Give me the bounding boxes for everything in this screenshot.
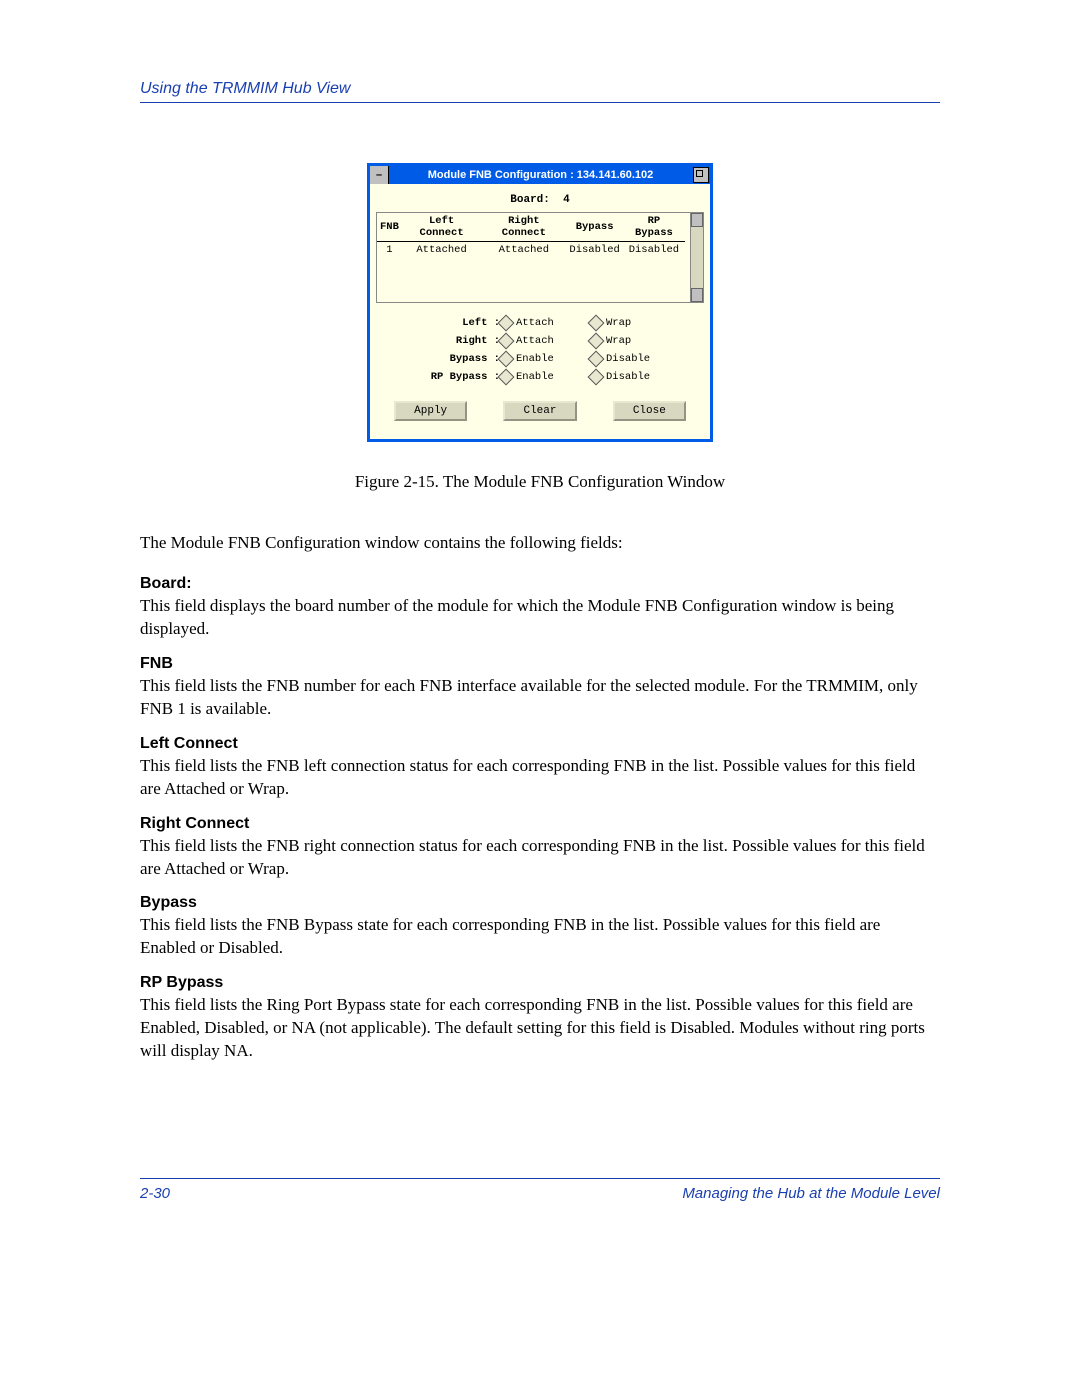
left-wrap-text: Wrap bbox=[606, 317, 631, 329]
diamond-icon bbox=[588, 351, 605, 368]
diamond-icon bbox=[588, 369, 605, 386]
right-wrap-text: Wrap bbox=[606, 335, 631, 347]
field-desc-fnb: This field lists the FNB number for each… bbox=[140, 675, 940, 721]
figure-caption: Figure 2-15. The Module FNB Configuratio… bbox=[140, 472, 940, 492]
fnb-list: FNB Left Connect Right Connect Bypass RP… bbox=[376, 212, 704, 303]
field-heading-rp: RP Bypass bbox=[140, 974, 940, 992]
cell-right: Attached bbox=[481, 242, 566, 303]
apply-button[interactable]: Apply bbox=[394, 401, 467, 421]
left-attach-option[interactable]: Attach bbox=[500, 317, 590, 329]
field-heading-board: Board: bbox=[140, 575, 940, 593]
rp-disable-option[interactable]: Disable bbox=[590, 371, 680, 383]
rp-disable-text: Disable bbox=[606, 371, 650, 383]
field-heading-fnb: FNB bbox=[140, 655, 940, 673]
diamond-icon bbox=[588, 315, 605, 332]
bypass-label: Bypass : bbox=[400, 353, 500, 365]
field-desc-right: This field lists the FNB right connectio… bbox=[140, 835, 940, 881]
col-rp: RP Bypass bbox=[623, 213, 685, 242]
fnb-table: FNB Left Connect Right Connect Bypass RP… bbox=[377, 213, 703, 302]
cell-rp: Disabled bbox=[623, 242, 685, 303]
left-attach-text: Attach bbox=[516, 317, 554, 329]
option-grid: Left : Attach Wrap Right : Attach Wrap B… bbox=[376, 317, 704, 383]
board-value: 4 bbox=[563, 194, 570, 206]
running-header: Using the TRMMIM Hub View bbox=[140, 80, 940, 103]
system-menu-icon[interactable]: – bbox=[370, 166, 389, 184]
cell-left: Attached bbox=[402, 242, 481, 303]
field-desc-left: This field lists the FNB left connection… bbox=[140, 755, 940, 801]
page-footer: 2-30 Managing the Hub at the Module Leve… bbox=[140, 1178, 940, 1202]
window-titlebar: – Module FNB Configuration : 134.141.60.… bbox=[370, 166, 710, 184]
section-title: Managing the Hub at the Module Level bbox=[682, 1185, 940, 1202]
maximize-icon[interactable] bbox=[693, 167, 709, 183]
scroll-down-icon[interactable] bbox=[691, 288, 703, 302]
rp-enable-option[interactable]: Enable bbox=[500, 371, 590, 383]
right-attach-option[interactable]: Attach bbox=[500, 335, 590, 347]
field-desc-board: This field displays the board number of … bbox=[140, 595, 940, 641]
col-left: Left Connect bbox=[402, 213, 481, 242]
table-row[interactable]: 1 Attached Attached Disabled Disabled bbox=[377, 242, 703, 303]
bypass-enable-option[interactable]: Enable bbox=[500, 353, 590, 365]
page-number: 2-30 bbox=[140, 1185, 170, 1202]
bypass-disable-text: Disable bbox=[606, 353, 650, 365]
col-bypass: Bypass bbox=[566, 213, 622, 242]
right-wrap-option[interactable]: Wrap bbox=[590, 335, 680, 347]
col-right: Right Connect bbox=[481, 213, 566, 242]
bypass-enable-text: Enable bbox=[516, 353, 554, 365]
diamond-icon bbox=[498, 369, 515, 386]
right-attach-text: Attach bbox=[516, 335, 554, 347]
clear-button[interactable]: Clear bbox=[503, 401, 576, 421]
left-wrap-option[interactable]: Wrap bbox=[590, 317, 680, 329]
rp-enable-text: Enable bbox=[516, 371, 554, 383]
diamond-icon bbox=[588, 333, 605, 350]
fnb-config-window: – Module FNB Configuration : 134.141.60.… bbox=[367, 163, 713, 442]
intro-paragraph: The Module FNB Configuration window cont… bbox=[140, 532, 940, 555]
diamond-icon bbox=[498, 351, 515, 368]
window-body: Board: 4 FNB Left Connect Right Connect … bbox=[370, 184, 710, 439]
button-row: Apply Clear Close bbox=[376, 401, 704, 421]
board-line: Board: 4 bbox=[376, 190, 704, 212]
bypass-disable-option[interactable]: Disable bbox=[590, 353, 680, 365]
cell-fnb: 1 bbox=[377, 242, 402, 303]
cell-bypass: Disabled bbox=[566, 242, 622, 303]
rp-label: RP Bypass : bbox=[400, 371, 500, 383]
diamond-icon bbox=[498, 333, 515, 350]
board-label: Board: bbox=[510, 194, 550, 206]
field-desc-bypass: This field lists the FNB Bypass state fo… bbox=[140, 914, 940, 960]
field-heading-bypass: Bypass bbox=[140, 894, 940, 912]
field-heading-left: Left Connect bbox=[140, 735, 940, 753]
right-label: Right : bbox=[400, 335, 500, 347]
scroll-up-icon[interactable] bbox=[691, 213, 703, 227]
window-title: Module FNB Configuration : 134.141.60.10… bbox=[389, 169, 692, 181]
close-button[interactable]: Close bbox=[613, 401, 686, 421]
diamond-icon bbox=[498, 315, 515, 332]
field-heading-right: Right Connect bbox=[140, 815, 940, 833]
col-fnb: FNB bbox=[377, 213, 402, 242]
left-label: Left : bbox=[400, 317, 500, 329]
scrollbar[interactable] bbox=[690, 213, 703, 302]
field-desc-rp: This field lists the Ring Port Bypass st… bbox=[140, 994, 940, 1063]
